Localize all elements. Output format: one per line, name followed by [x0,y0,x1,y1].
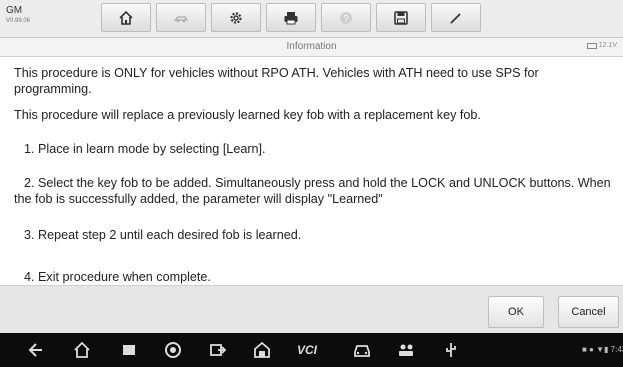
garage-icon [254,341,270,358]
save-icon [394,10,408,25]
cancel-button[interactable]: Cancel [558,296,619,328]
browser-button[interactable] [163,340,183,360]
step-4: 4. Exit procedure when complete. [24,270,211,284]
pen-icon [450,12,461,24]
back-icon [28,343,42,357]
toolbar: ? [101,3,481,32]
vci-button[interactable]: VCI [297,343,317,357]
dialog-footer: OK Cancel [0,285,623,334]
edit-button[interactable] [431,3,481,32]
software-version: V0.99.06 [6,18,31,24]
screen-capture-button[interactable] [208,340,228,360]
diagnostic-home-button[interactable] [252,340,272,360]
house-icon [74,341,90,358]
settings-button[interactable] [211,3,261,32]
voltage-value: 12.1V [598,42,617,49]
battery-voltage: 12.1V [586,42,617,49]
recent-apps-button[interactable] [119,340,139,360]
home-nav-button[interactable] [72,340,92,360]
vehicle-make: GM [6,5,23,16]
clock: 7:43 [610,345,623,354]
information-content: This procedure is ONLY for vehicles with… [0,57,623,285]
home-icon [119,10,133,25]
save-button[interactable] [376,3,426,32]
browser-icon [165,342,181,358]
usb-icon [446,343,456,357]
vehicle-brand: GM V0.99.06 [6,5,31,25]
recent-apps-icon [123,345,135,355]
remote-expert-button[interactable] [396,340,416,360]
status-icons: ■ ● ▼▮ [582,345,609,354]
gear-icon [230,11,242,24]
paragraph-intro: This procedure is ONLY for vehicles with… [14,66,539,96]
help-icon: ? [340,11,352,24]
car-icon [354,345,370,357]
step-3: 3. Repeat step 2 until each desired fob … [24,228,302,242]
car-button[interactable] [352,340,372,360]
home-button[interactable] [101,3,151,32]
step-2: 2. Select the key fob to be added. Simul… [14,176,611,206]
printer-icon [284,11,298,24]
vehicle-swap-button[interactable] [156,3,206,32]
remote-expert-icon [399,344,413,356]
dialog-title-bar: Information 12.1V [0,38,623,57]
top-bar: GM V0.99.06 ? [0,0,623,38]
battery-icon [586,42,597,49]
help-button[interactable]: ? [321,3,371,32]
step-1: 1. Place in learn mode by selecting [Lea… [24,142,266,156]
android-nav-bar: VCI ■ ● ▼▮ 7:43 [0,333,623,367]
print-button[interactable] [266,3,316,32]
ok-button[interactable]: OK [488,296,544,328]
paragraph-purpose: This procedure will replace a previously… [14,108,481,122]
screen-capture-icon [210,344,227,356]
svg-text:?: ? [343,13,348,23]
usb-button[interactable] [441,340,461,360]
status-area: ■ ● ▼▮ 7:43 [582,345,623,354]
back-button[interactable] [26,340,46,360]
vehicle-swap-icon [173,15,189,22]
dialog-title: Information [286,41,337,52]
